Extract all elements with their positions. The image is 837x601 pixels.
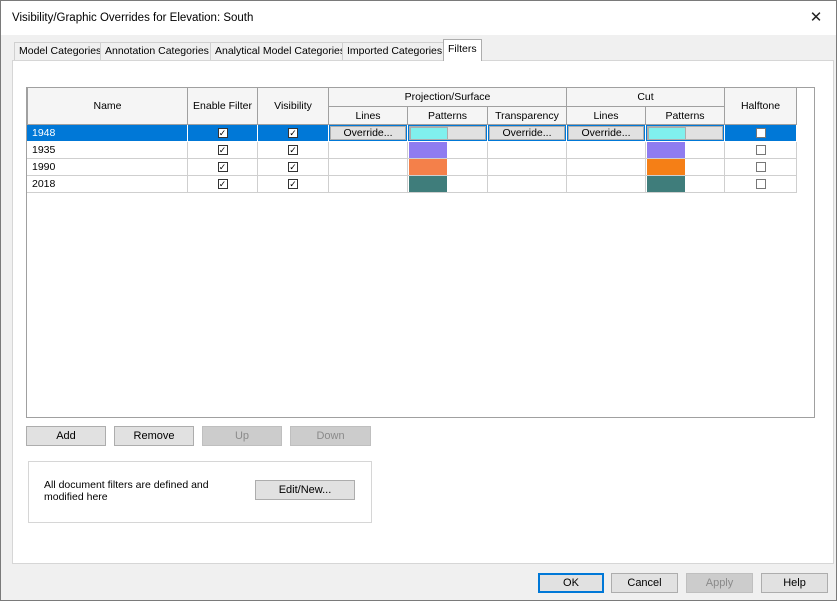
row-name-cell[interactable]: 2018 [27,176,188,193]
proj-lines-cell[interactable] [329,142,408,159]
cut-lines-cell[interactable] [567,176,646,193]
proj-lines-cell[interactable] [329,159,408,176]
visibility-checkbox[interactable]: ✓ [288,179,298,189]
apply-button[interactable]: Apply [686,573,753,593]
info-text: All document filters are defined and mod… [44,479,209,503]
header-enable-filter[interactable]: Enable Filter [188,88,258,125]
row-name-cell[interactable]: 1935 [27,142,188,159]
cut-patterns-cell[interactable] [646,159,725,176]
proj-patterns-cell[interactable] [408,142,488,159]
edit-new-button[interactable]: Edit/New... [255,480,355,500]
filter-row-1990[interactable]: 1990 ✓ ✓ [27,159,797,176]
cut-lines-cell[interactable] [567,142,646,159]
transparency-override-button[interactable]: Override... [489,126,565,140]
proj-patterns-cell[interactable] [408,176,488,193]
header-cut-patterns[interactable]: Patterns [646,107,725,125]
filter-info-box: All document filters are defined and mod… [28,461,372,523]
header-projection-surface: Projection/Surface [329,88,567,107]
cut-pattern-swatch [648,127,686,140]
cut-lines-cell[interactable] [567,159,646,176]
close-icon[interactable]: ✕ [806,8,826,28]
visibility-checkbox[interactable]: ✓ [288,128,298,138]
row-name-cell[interactable]: 1990 [27,159,188,176]
proj-pattern-swatch [409,159,447,175]
halftone-checkbox[interactable] [755,128,766,138]
cut-patterns-cell[interactable] [646,176,725,193]
proj-pattern-swatch [409,176,447,192]
row-name: 2018 [32,178,56,190]
ok-button[interactable]: OK [538,573,604,593]
header-transparency[interactable]: Transparency [488,107,567,125]
proj-pattern-swatch [409,142,447,158]
proj-lines-cell[interactable] [329,176,408,193]
tab-annotation-categories[interactable]: Annotation Categories [100,42,214,60]
header-proj-lines[interactable]: Lines [329,107,408,125]
filter-row-1948[interactable]: 1948 ✓ ✓ Override... Override... Overrid… [27,125,797,142]
cancel-button[interactable]: Cancel [611,573,678,593]
cut-patterns-cell[interactable] [646,142,725,159]
help-button[interactable]: Help [761,573,828,593]
header-cut-lines[interactable]: Lines [567,107,646,125]
tab-analytical-model-categories[interactable]: Analytical Model Categories [210,42,351,60]
filters-grid: Name Enable Filter Visibility Projection… [26,87,815,418]
filter-row-1935[interactable]: 1935 ✓ ✓ [27,142,797,159]
halftone-checkbox[interactable] [755,145,766,155]
visibility-checkbox[interactable]: ✓ [288,162,298,172]
cut-pattern-swatch [647,159,685,175]
transparency-cell[interactable] [488,176,567,193]
header-proj-patterns[interactable]: Patterns [408,107,488,125]
enable-filter-checkbox[interactable]: ✓ [217,128,228,138]
tab-imported-categories[interactable]: Imported Categories [342,42,448,60]
proj-patterns-cell[interactable] [408,159,488,176]
halftone-checkbox[interactable] [755,179,766,189]
proj-lines-override-button[interactable]: Override... [330,126,406,140]
tab-model-categories[interactable]: Model Categories [14,42,107,60]
enable-filter-checkbox[interactable]: ✓ [217,145,228,155]
proj-pattern-swatch [410,127,448,140]
down-button[interactable]: Down [290,426,371,446]
header-name[interactable]: Name [27,88,188,125]
visibility-checkbox[interactable]: ✓ [288,145,298,155]
header-visibility[interactable]: Visibility [258,88,329,125]
title-bar: Visibility/Graphic Overrides for Elevati… [1,1,836,35]
transparency-cell[interactable] [488,159,567,176]
filter-row-2018[interactable]: 2018 ✓ ✓ [27,176,797,193]
dialog-title: Visibility/Graphic Overrides for Elevati… [12,12,254,24]
row-name: 1990 [32,161,56,173]
cut-pattern-swatch [647,142,685,158]
row-name: 1948 [32,127,56,139]
enable-filter-checkbox[interactable]: ✓ [217,179,228,189]
transparency-cell[interactable] [488,142,567,159]
cut-lines-override-button[interactable]: Override... [568,126,644,140]
header-cut: Cut [567,88,725,107]
up-button[interactable]: Up [202,426,282,446]
row-name-cell[interactable]: 1948 [27,125,188,142]
enable-filter-checkbox[interactable]: ✓ [217,162,228,172]
row-name: 1935 [32,144,56,156]
header-halftone[interactable]: Halftone [725,88,797,125]
halftone-checkbox[interactable] [755,162,766,172]
remove-button[interactable]: Remove [114,426,194,446]
tab-filters[interactable]: Filters [443,39,482,61]
dialog-window: Visibility/Graphic Overrides for Elevati… [0,0,837,601]
cut-pattern-swatch [647,176,685,192]
add-button[interactable]: Add [26,426,106,446]
